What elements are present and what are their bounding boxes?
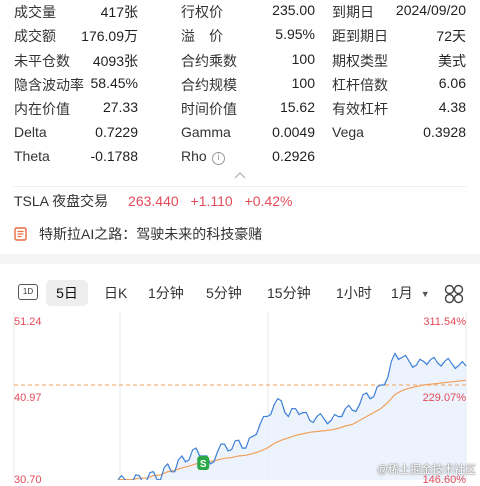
- news-link[interactable]: 特斯拉AI之路：驾驶未来的科技豪赌: [14, 224, 262, 248]
- sell-marker-label: S: [200, 459, 207, 470]
- stat-value: 4.38: [438, 99, 466, 116]
- stats-row: 成交量 417张 行权价 235.00 到期日 2024/09/20: [0, 2, 480, 26]
- stat-value: 176.09万: [81, 28, 138, 45]
- stat-label: 到期日: [332, 4, 374, 20]
- stat-value: 72天: [436, 28, 466, 45]
- stat-value: 0.0049: [272, 123, 315, 140]
- stats-row: Theta -0.1788 Rho i 0.2926: [0, 148, 480, 172]
- stat-value: 美式: [438, 52, 466, 69]
- y-axis-label-mid-right: 229.07%: [422, 392, 466, 404]
- stat-value: 15.62: [279, 99, 315, 116]
- news-icon: [14, 227, 27, 241]
- news-title: 特斯拉AI之路：驾驶未来的科技豪赌: [39, 226, 263, 242]
- stat-value: 100: [291, 74, 315, 91]
- tab-1month[interactable]: 1月 ▼: [391, 280, 430, 306]
- quote-price: 263.440: [128, 193, 179, 209]
- stat-value: 6.06: [438, 74, 466, 91]
- stat-label: 溢 价: [181, 28, 223, 45]
- stat-label: Delta: [14, 123, 47, 140]
- stat-label: 行权价: [181, 4, 223, 20]
- quote-change-pct: +0.42%: [244, 193, 293, 209]
- stat-value: 4093张: [92, 52, 138, 69]
- stat-label: 时间价值: [181, 101, 237, 118]
- caret-down-icon: ▼: [420, 289, 430, 299]
- stat-value: 2024/09/20: [395, 2, 466, 18]
- stat-label: 期权类型: [332, 52, 388, 69]
- y-axis-label-top-right: 311.54%: [423, 316, 466, 328]
- tab-15min[interactable]: 15分钟: [267, 280, 311, 306]
- quote-change: +1.110: [190, 193, 233, 209]
- stat-value: 0.2926: [272, 147, 315, 164]
- stats-row: 未平仓数 4093张 合约乘数 100 期权类型 美式: [0, 51, 480, 75]
- divider: [14, 186, 466, 187]
- stat-value: 235.00: [272, 2, 315, 18]
- stats-row: 隐含波动率 58.45% 合约规模 100 杠杆倍数 6.06: [0, 75, 480, 99]
- stats-row: 成交额 176.09万 溢 价 5.95% 距到期日 72天: [0, 26, 480, 50]
- y-axis-label-mid-left: 40.97: [14, 392, 42, 404]
- chevron-up-icon[interactable]: [232, 170, 248, 180]
- stat-value: 100: [291, 50, 315, 67]
- stat-value: 58.45%: [90, 74, 138, 91]
- stat-value: -0.1788: [90, 147, 138, 164]
- stat-label: Rho: [181, 147, 207, 164]
- tab-1month-label: 1月: [391, 285, 413, 301]
- quote-name: TSLA 夜盘交易: [14, 193, 109, 209]
- y-axis-label-top-left: 51.24: [14, 316, 42, 328]
- stat-label: Theta: [14, 147, 50, 164]
- tab-5d[interactable]: 5日: [46, 280, 88, 306]
- stat-label: 距到期日: [332, 28, 388, 45]
- stat-label: 合约规模: [181, 76, 237, 93]
- option-stats-panel: 成交量 417张 行权价 235.00 到期日 2024/09/20 成交额 176.09万 溢…: [0, 0, 480, 168]
- tab-1min[interactable]: 1分钟: [148, 280, 184, 306]
- stat-value: 0.3928: [423, 123, 466, 140]
- stat-label: 内在价值: [14, 101, 70, 118]
- y-axis-label-bottom-left: 30.70: [14, 474, 42, 486]
- tab-daily-k[interactable]: 日K: [104, 280, 127, 306]
- stat-label: 隐含波动率: [14, 76, 84, 93]
- stat-label: 未平仓数: [14, 52, 70, 69]
- stat-label: 成交量: [14, 4, 56, 20]
- stats-row: 内在价值 27.33 时间价值 15.62 有效杠杆 4.38: [0, 99, 480, 123]
- price-chart[interactable]: S 51.24 40.97 30.70 311.54% 229.07% 146.…: [0, 312, 480, 486]
- stats-row: Delta 0.7229 Gamma 0.0049 Vega 0.3928: [0, 124, 480, 148]
- stat-value: 417张: [100, 4, 138, 20]
- tab-5min[interactable]: 5分钟: [206, 280, 242, 306]
- stat-label: Gamma: [181, 123, 231, 140]
- tab-1hour[interactable]: 1小时: [336, 280, 372, 306]
- period-tabs: 1D 5日 日K 1分钟 5分钟 15分钟 1小时 1月 ▼: [0, 276, 480, 310]
- night-session-quote[interactable]: TSLA 夜盘交易 263.440 +1.110 +0.42%: [14, 191, 300, 213]
- stat-label: 杠杆倍数: [332, 76, 388, 93]
- tab-1d[interactable]: 1D: [18, 284, 38, 300]
- section-separator: [0, 254, 480, 264]
- price-chart-svg: S: [13, 312, 467, 486]
- grid-icon[interactable]: [444, 284, 464, 304]
- stat-value: 27.33: [102, 99, 138, 116]
- info-icon[interactable]: i: [212, 151, 225, 165]
- stat-label: Vega: [332, 123, 364, 140]
- stat-value: 5.95%: [275, 26, 315, 43]
- stat-label: 成交额: [14, 28, 56, 45]
- stat-value: 0.7229: [95, 123, 138, 140]
- stat-label: 合约乘数: [181, 52, 237, 69]
- watermark: @稀土掘金技术社区: [376, 464, 476, 476]
- stat-label: 有效杠杆: [332, 101, 388, 118]
